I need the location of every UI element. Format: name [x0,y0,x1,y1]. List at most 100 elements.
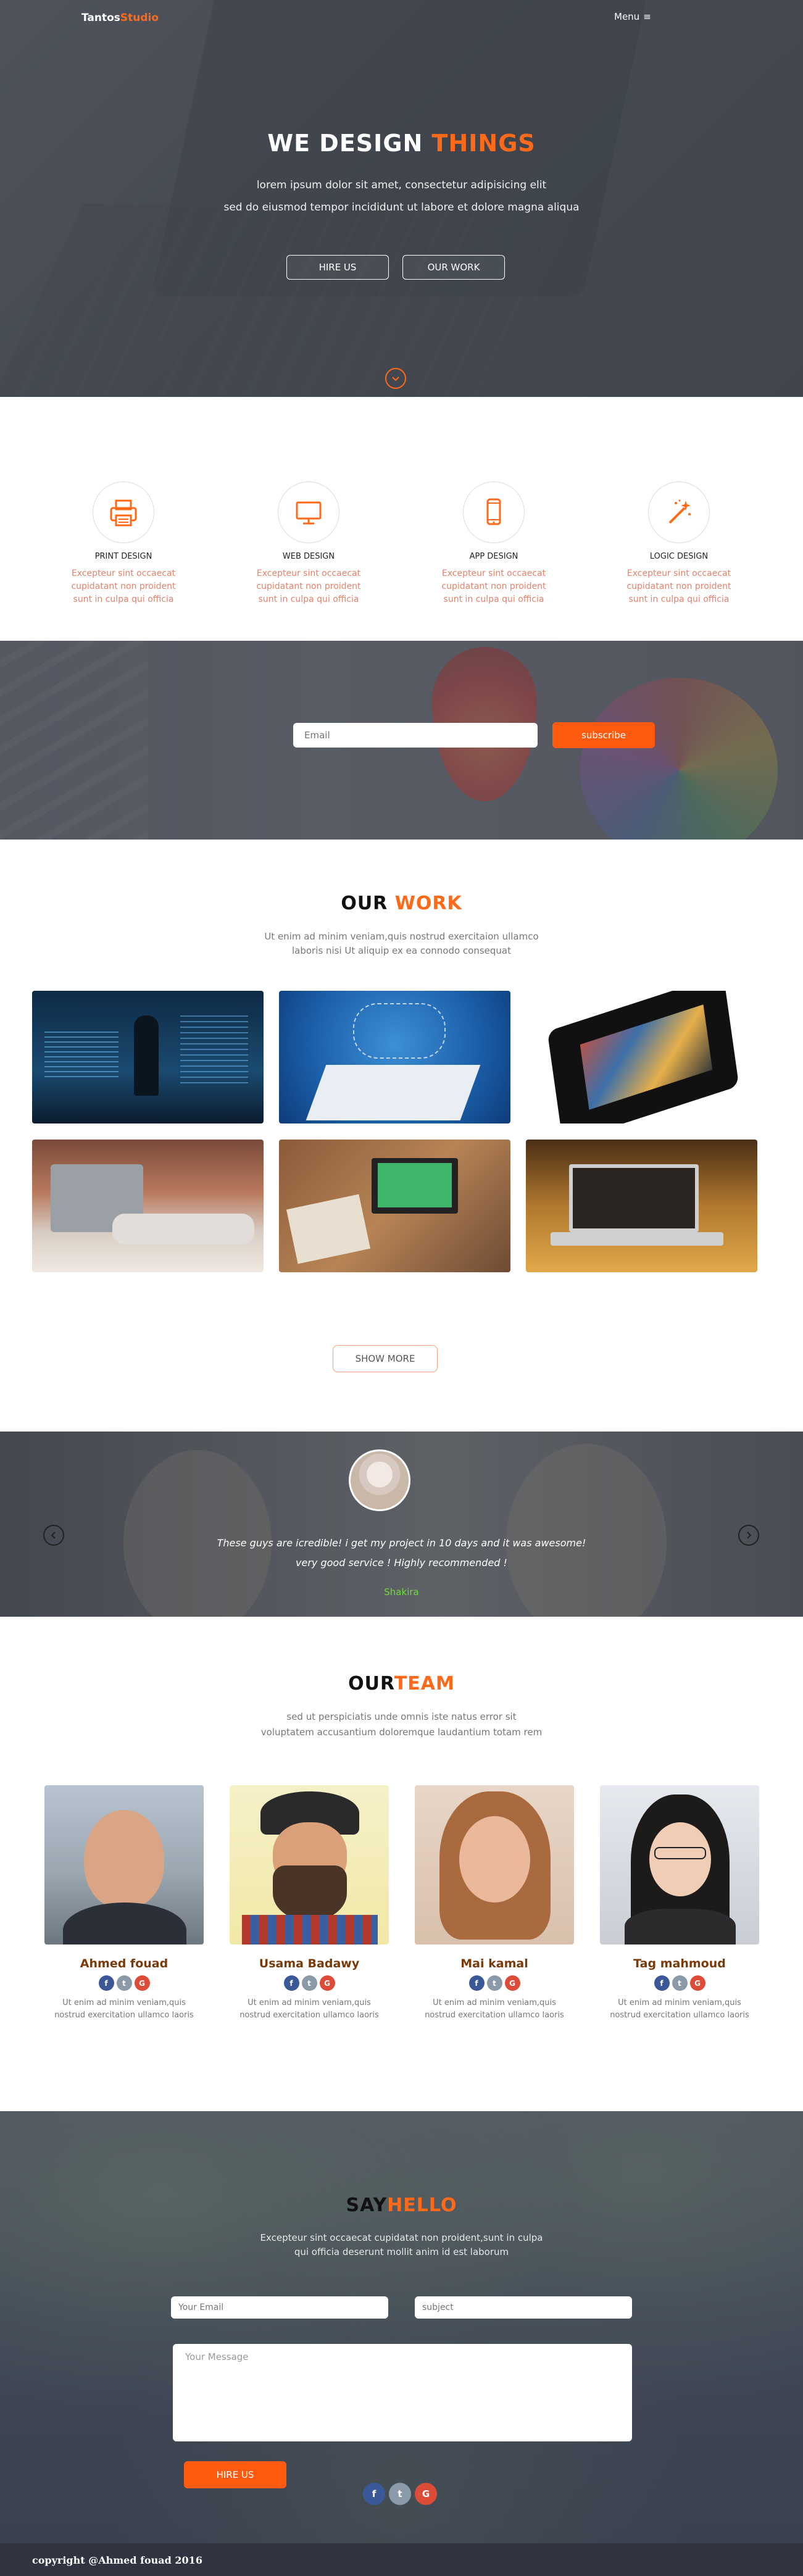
hero-title-part1: WE DESIGN [267,130,423,157]
contact-desc-line2: qui officia deserunt mollit anim id est … [294,2246,509,2257]
service-desc-line: Excepteur sint occaecat [71,569,176,578]
brand-name-part1: Tantos [81,12,120,24]
service-logic-design: LOGIC DESIGN Excepteur sint occaecat cupi… [608,481,750,606]
team-desc-line1: sed ut perspiciatis unde omnis iste natu… [286,1711,517,1722]
chevron-down-icon[interactable] [385,368,406,389]
team-member-card: Tag mahmoud f t G Ut enim ad minim venia… [600,1785,759,2022]
menu-label: Menu [614,11,640,22]
brand-logo[interactable]: TantosStudio [81,12,159,24]
subscribe-button[interactable]: subscribe [552,722,655,748]
service-desc-line: sunt in culpa qui officia [443,594,544,604]
twitter-icon[interactable]: t [301,1975,317,1991]
contact-background-park [0,2111,803,2543]
hero-subtitle-line2: sed do eiusmod tempor incididunt ut labo… [223,201,580,214]
chevron-left-icon[interactable] [43,1525,64,1546]
team-member-photo [44,1785,204,1945]
facebook-icon[interactable]: f [98,1975,114,1991]
team-member-desc-line: nostrud exercitation ullamco laoris [54,2011,194,2020]
subject-field[interactable] [415,2296,632,2319]
service-desc-line: cupidatant non proident [626,581,731,591]
show-more-button[interactable]: SHOW MORE [333,1345,438,1372]
avatar [349,1449,410,1511]
twitter-icon[interactable]: t [116,1975,132,1991]
work-desc-line1: Ut enim ad minim veniam,quis nostrud exe… [264,931,539,942]
team-member-desc-line: nostrud exercitation ullamco laoris [610,2011,749,2020]
team-member-photo [600,1785,759,1945]
brand-name-part2: Studio [120,12,159,24]
service-print-design: PRINT DESIGN Excepteur sint occaecat cupi… [52,481,194,606]
hero-section [0,0,803,397]
team-member-desc-line: Ut enim ad minim veniam,quis [618,1998,741,2007]
team-member-name: Mai kamal [460,1957,528,1970]
chevron-right-icon[interactable] [738,1525,759,1546]
team-member-name: Usama Badawy [259,1957,360,1970]
menu-button[interactable]: Menu ≡ [614,11,651,22]
contact-desc-line1: Excepteur sint occaecat cupidatat non pr… [260,2232,543,2243]
service-desc-line: sunt in culpa qui officia [258,594,359,604]
service-desc-line: sunt in culpa qui officia [628,594,730,604]
service-web-design: WEB DESIGN Excepteur sint occaecat cupida… [238,481,380,606]
google-plus-icon[interactable]: G [504,1975,520,1991]
service-title: WEB DESIGN [282,552,335,561]
facebook-icon[interactable]: f [468,1975,485,1991]
our-work-button[interactable]: OUR WORK [402,255,505,280]
hero-overlay [0,0,803,397]
team-member-card: Mai kamal f t G Ut enim ad minim veniam,… [415,1785,574,2022]
team-member-card: Ahmed fouad f t G Ut enim ad minim venia… [44,1785,204,2022]
portfolio-item-5[interactable] [279,1140,510,1272]
work-title-part2: WORK [394,893,462,914]
team-title-part2: TEAM [394,1673,455,1694]
monitor-icon [278,481,339,543]
hero-title-part2: THINGS [431,130,536,157]
hamburger-icon: ≡ [643,11,651,22]
google-plus-icon[interactable]: G [415,2483,437,2505]
team-member-card: Usama Badawy f t G Ut enim ad minim veni… [230,1785,389,2022]
smartphone-icon [463,481,525,543]
twitter-icon[interactable]: t [486,1975,502,1991]
message-field[interactable]: Your Message [173,2344,632,2441]
google-plus-icon[interactable]: G [689,1975,705,1991]
portfolio-item-2[interactable] [279,991,510,1123]
team-member-desc-line: Ut enim ad minim veniam,quis [62,1998,186,2007]
testimonial-quote-line1: These guys are icredible! i get my proje… [217,1537,586,1549]
portfolio-item-4[interactable] [32,1140,264,1272]
testimonial-quote-line2: very good service ! Highly recommended ! [296,1557,507,1569]
team-desc-line2: voluptatem accusantium doloremque laudan… [260,1727,543,1738]
team-member-desc-line: Ut enim ad minim veniam,quis [248,1998,371,2007]
service-app-design: APP DESIGN Excepteur sint occaecat cupida… [423,481,565,606]
team-member-name: Ahmed fouad [80,1957,169,1970]
team-member-photo [415,1785,574,1945]
google-plus-icon[interactable]: G [319,1975,335,1991]
printer-icon [93,481,154,543]
subscribe-email-input[interactable] [293,723,538,748]
twitter-icon[interactable]: t [389,2483,411,2505]
contact-title-part2: HELLO [387,2195,457,2216]
portfolio-item-3[interactable] [526,991,757,1123]
hero-title: WE DESIGN THINGS [0,130,803,157]
team-member-name: Tag mahmoud [633,1957,726,1970]
footer: copyright @Ahmed fouad 2016 [0,2543,803,2576]
facebook-icon[interactable]: f [363,2483,385,2505]
google-plus-icon[interactable]: G [134,1975,150,1991]
service-desc-line: cupidatant non proident [441,581,546,591]
portfolio-item-6[interactable] [526,1140,757,1272]
twitter-icon[interactable]: t [672,1975,688,1991]
contact-title-part1: SAY [346,2195,388,2216]
contact-section [0,2111,803,2543]
contact-title: SAYHELLO [0,2195,803,2216]
facebook-icon[interactable]: f [654,1975,670,1991]
team-title: OURTEAM [0,1673,803,1694]
hire-us-submit-button[interactable]: HIRE US [184,2461,286,2488]
hire-us-button[interactable]: HIRE US [286,255,389,280]
service-desc-line: Excepteur sint occaecat [626,569,731,578]
team-member-desc-line: nostrud exercitation ullamco laoris [425,2011,564,2020]
facebook-icon[interactable]: f [283,1975,299,1991]
email-field[interactable] [171,2296,388,2319]
team-member-desc-line: nostrud exercitation ullamco laoris [239,2011,379,2020]
team-member-photo [230,1785,389,1945]
service-desc-line: sunt in culpa qui officia [73,594,174,604]
work-title: OUR WORK [0,893,803,914]
portfolio-item-1[interactable] [32,991,264,1123]
testimonial-author: Shakira [384,1586,419,1598]
copyright-text: copyright @Ahmed fouad 2016 [32,2554,202,2566]
